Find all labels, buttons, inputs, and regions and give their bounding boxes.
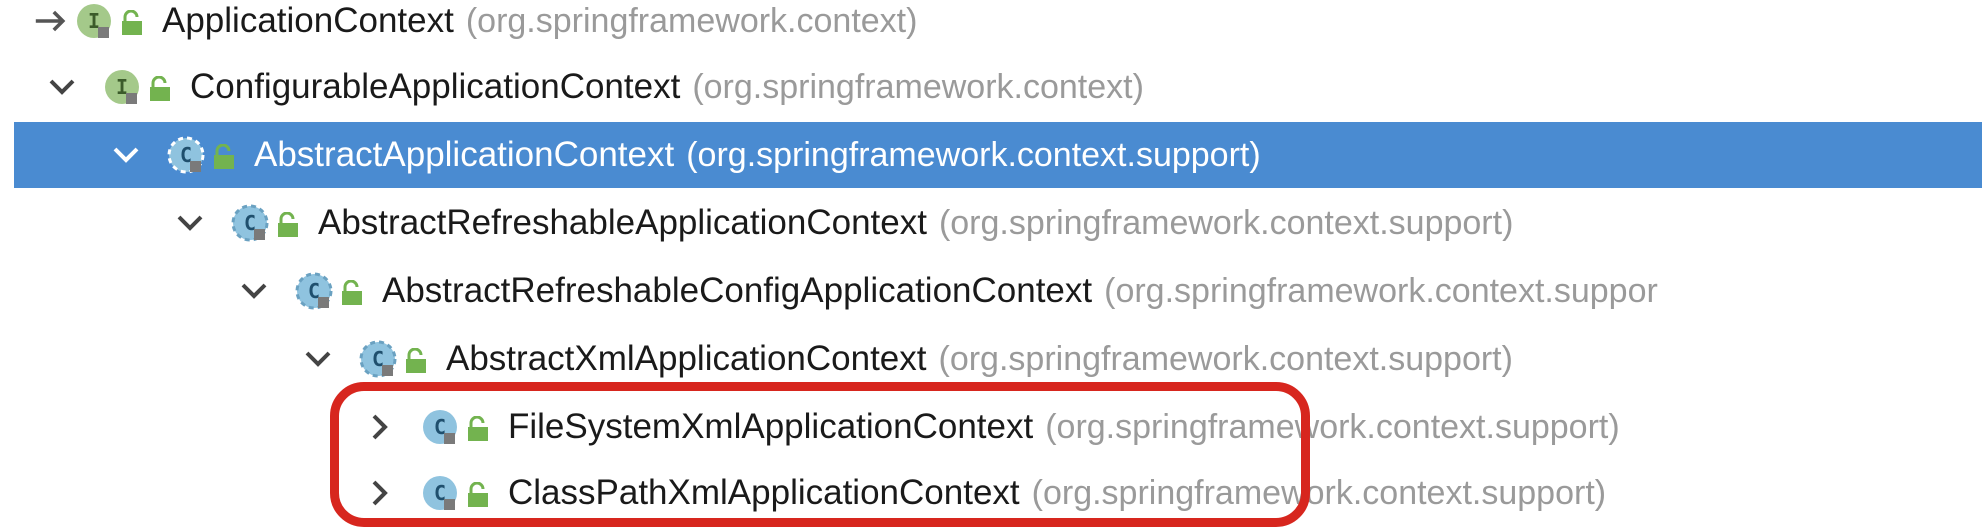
tree-row-application-context[interactable]: I ApplicationContext (org.springframewor… bbox=[0, 0, 1982, 54]
lock-icon bbox=[276, 209, 302, 237]
package-name: (org.springframework.context) bbox=[465, 1, 918, 40]
lock-icon bbox=[340, 277, 366, 305]
class-icon: C bbox=[420, 407, 460, 447]
package-name: (org.springframework.context.support) bbox=[1045, 407, 1620, 446]
class-icon: C bbox=[420, 473, 460, 513]
arrow-right-icon[interactable] bbox=[34, 3, 70, 39]
chevron-down-icon[interactable] bbox=[44, 69, 80, 105]
type-hierarchy-tree: I ApplicationContext (org.springframewor… bbox=[0, 0, 1982, 530]
chevron-down-icon[interactable] bbox=[236, 273, 272, 309]
abstract-class-icon: C bbox=[166, 135, 206, 175]
tree-row-class-path-xml-application-context[interactable]: C ClassPathXmlApplicationContext (org.sp… bbox=[0, 460, 1982, 526]
tree-row-abstract-refreshable-config-application-context[interactable]: C AbstractRefreshableConfigApplicationCo… bbox=[0, 258, 1982, 324]
chevron-right-icon[interactable] bbox=[362, 475, 398, 511]
abstract-class-icon: C bbox=[358, 339, 398, 379]
package-name: (org.springframework.context.support) bbox=[1031, 473, 1607, 512]
lock-icon bbox=[212, 141, 238, 169]
lock-icon bbox=[120, 7, 146, 35]
interface-icon: I bbox=[102, 67, 142, 107]
chevron-right-icon[interactable] bbox=[362, 409, 398, 445]
lock-icon bbox=[404, 345, 430, 373]
class-name: AbstractRefreshableApplicationContext bbox=[318, 203, 927, 242]
class-name: ClassPathXmlApplicationContext bbox=[508, 473, 1020, 512]
lock-icon bbox=[466, 413, 492, 441]
class-name: ApplicationContext bbox=[162, 1, 454, 40]
tree-row-configurable-application-context[interactable]: I ConfigurableApplicationContext (org.sp… bbox=[0, 54, 1982, 120]
class-name: ConfigurableApplicationContext bbox=[190, 67, 681, 106]
lock-icon bbox=[148, 73, 174, 101]
abstract-class-icon: C bbox=[294, 271, 334, 311]
interface-icon: I bbox=[74, 1, 114, 41]
package-name: (org.springframework.context.support) bbox=[938, 339, 1513, 378]
package-name: (org.springframework.context.support) bbox=[686, 135, 1261, 174]
lock-icon bbox=[466, 479, 492, 507]
chevron-down-icon[interactable] bbox=[172, 205, 208, 241]
package-name: (org.springframework.context.support) bbox=[938, 203, 1514, 242]
class-name: AbstractApplicationContext bbox=[254, 135, 675, 174]
chevron-down-icon[interactable] bbox=[300, 341, 336, 377]
tree-row-file-system-xml-application-context[interactable]: C FileSystemXmlApplicationContext (org.s… bbox=[0, 394, 1982, 460]
tree-row-abstract-xml-application-context[interactable]: C AbstractXmlApplicationContext (org.spr… bbox=[0, 326, 1982, 392]
package-name: (org.springframework.context) bbox=[692, 67, 1144, 106]
chevron-down-icon[interactable] bbox=[108, 137, 144, 173]
class-name: AbstractRefreshableConfigApplicationCont… bbox=[382, 271, 1093, 310]
tree-row-abstract-application-context[interactable]: C AbstractApplicationContext (org.spring… bbox=[14, 122, 1982, 188]
tree-row-abstract-refreshable-application-context[interactable]: C AbstractRefreshableApplicationContext … bbox=[0, 190, 1982, 256]
class-name: FileSystemXmlApplicationContext bbox=[508, 407, 1034, 446]
package-name: (org.springframework.context.suppor bbox=[1104, 271, 1658, 310]
class-name: AbstractXmlApplicationContext bbox=[446, 339, 927, 378]
abstract-class-icon: C bbox=[230, 203, 270, 243]
